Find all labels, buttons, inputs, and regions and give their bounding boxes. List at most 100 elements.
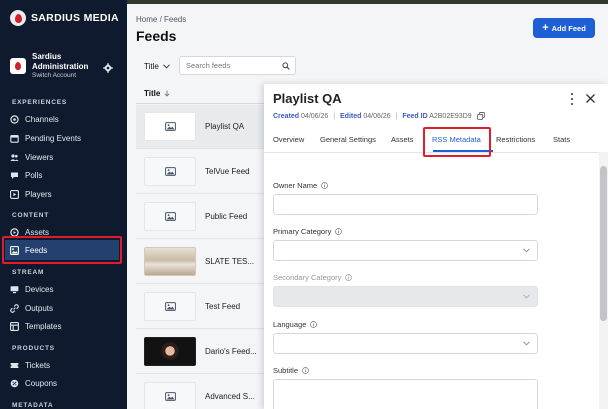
language-select[interactable] — [273, 333, 538, 354]
image-placeholder-icon — [144, 112, 196, 141]
section-title-experiences: EXPERIENCES — [12, 99, 68, 106]
search-input[interactable]: Search feeds — [179, 56, 296, 75]
sidebar-item-label: Tickets — [25, 360, 51, 370]
sardius-logo-icon — [10, 10, 26, 26]
page-title: Feeds — [136, 28, 177, 44]
tab-stats[interactable]: Stats — [553, 135, 570, 144]
row-title: TelVue Feed — [205, 167, 250, 176]
add-feed-label: Add Feed — [551, 23, 586, 33]
field-label-text: Subtitle — [273, 366, 299, 375]
sidebar-item-players[interactable]: Players — [10, 187, 118, 201]
section-title-content: CONTENT — [12, 212, 50, 219]
edited-value: 04/06/26 — [363, 112, 391, 120]
copy-icon[interactable] — [476, 112, 485, 120]
tab-assets[interactable]: Assets — [391, 135, 414, 144]
info-icon[interactable] — [345, 274, 353, 281]
info-icon[interactable] — [310, 321, 318, 328]
thumbnail-image — [144, 337, 196, 366]
panel-scrollbar[interactable] — [599, 152, 608, 409]
panel-tabs: Overview General Settings Assets RSS Met… — [264, 126, 608, 157]
pending-events-icon — [10, 134, 19, 143]
sidebar-item-label: Viewers — [25, 152, 54, 162]
devices-icon — [10, 285, 19, 294]
polls-icon — [10, 171, 19, 180]
sidebar-item-label: Polls — [25, 170, 43, 180]
row-title: Dario's Feed... — [205, 347, 257, 356]
image-placeholder-icon — [144, 157, 196, 186]
sidebar-item-pending-events[interactable]: Pending Events — [10, 131, 118, 145]
sidebar-item-devices[interactable]: Devices — [10, 282, 118, 296]
sidebar-item-label: Pending Events — [25, 133, 82, 143]
info-icon[interactable] — [335, 228, 343, 235]
thumbnail-image — [144, 247, 196, 276]
primary-category-select[interactable] — [273, 240, 538, 261]
image-placeholder-icon — [144, 382, 196, 409]
secondary-category-select — [273, 286, 538, 307]
coupons-icon — [10, 379, 19, 388]
subtitle-input[interactable] — [273, 379, 538, 409]
sort-arrow-down-icon — [164, 90, 170, 97]
language-label: Language — [273, 320, 318, 329]
more-options-icon[interactable] — [569, 93, 575, 105]
switch-account-link[interactable]: Switch Account — [32, 72, 94, 80]
table-row[interactable]: Dario's Feed... — [136, 330, 266, 374]
image-placeholder-icon — [144, 292, 196, 321]
field-label-text: Secondary Category — [273, 273, 342, 282]
sidebar-item-polls[interactable]: Polls — [10, 168, 118, 182]
title-filter-label: Title — [144, 62, 159, 71]
brand-name: SARDIUS MEDIA — [31, 12, 119, 24]
table-row[interactable]: Playlist QA — [136, 105, 266, 149]
channels-icon — [10, 114, 19, 124]
edited-label: Edited — [340, 112, 362, 120]
sidebar-item-templates[interactable]: Templates — [10, 319, 118, 333]
sidebar-item-coupons[interactable]: Coupons — [10, 376, 118, 390]
viewers-icon — [10, 153, 19, 162]
brand[interactable]: SARDIUS MEDIA — [10, 10, 119, 26]
section-title-products: PRODUCTS — [12, 345, 55, 352]
info-icon[interactable] — [321, 182, 329, 189]
chevron-down-icon — [523, 341, 530, 346]
chevron-down-icon — [162, 64, 170, 69]
sidebar-item-viewers[interactable]: Viewers — [10, 150, 118, 164]
table-row[interactable]: Public Feed — [136, 195, 266, 239]
table-row[interactable]: Test Feed — [136, 285, 266, 329]
table-row[interactable]: Advanced S... — [136, 375, 266, 409]
breadcrumb[interactable]: Home / Feeds — [136, 15, 186, 24]
search-icon[interactable] — [282, 62, 290, 70]
row-title: Advanced S... — [205, 392, 255, 401]
outputs-icon — [10, 303, 19, 313]
main-content: Home / Feeds Feeds + Add Feed Title Sear… — [127, 4, 608, 409]
sidebar-item-label: Outputs — [25, 303, 54, 313]
table-row[interactable]: SLATE TES... — [136, 240, 266, 284]
sidebar-item-label: Devices — [25, 284, 54, 294]
created-value: 04/06/26 — [301, 112, 329, 120]
account-switcher[interactable]: Sardius Administration Switch Account — [10, 52, 120, 80]
close-icon[interactable] — [585, 93, 596, 104]
field-label-text: Owner Name — [273, 181, 318, 190]
sidebar-item-tickets[interactable]: Tickets — [10, 358, 118, 372]
section-title-stream: STREAM — [12, 269, 45, 276]
title-column-header[interactable]: Title — [136, 84, 266, 104]
primary-category-label: Primary Category — [273, 227, 343, 236]
sidebar-item-label: Coupons — [25, 378, 58, 388]
rss-metadata-highlight-box — [423, 127, 491, 157]
table-row[interactable]: TelVue Feed — [136, 150, 266, 194]
gear-icon[interactable] — [103, 63, 113, 73]
panel-title: Playlist QA — [273, 91, 342, 106]
sidebar: SARDIUS MEDIA Sardius Administration Swi… — [0, 0, 127, 409]
sidebar-item-outputs[interactable]: Outputs — [10, 301, 118, 315]
add-feed-button[interactable]: + Add Feed — [533, 18, 595, 38]
column-header-label: Title — [144, 89, 161, 98]
tab-general-settings[interactable]: General Settings — [320, 135, 376, 144]
tab-restrictions[interactable]: Restrictions — [496, 135, 535, 144]
info-icon[interactable] — [302, 367, 309, 374]
feed-detail-panel: Playlist QA Created 04/06/26 | Edited 04… — [264, 84, 608, 409]
templates-icon — [10, 321, 19, 331]
sidebar-item-label: Templates — [25, 321, 62, 331]
scrollbar-thumb[interactable] — [600, 166, 607, 321]
row-title: SLATE TES... — [205, 257, 255, 266]
owner-name-input[interactable] — [273, 194, 538, 215]
title-filter-dropdown[interactable]: Title — [144, 62, 170, 71]
tab-overview[interactable]: Overview — [273, 135, 304, 144]
sidebar-item-channels[interactable]: Channels — [10, 112, 118, 126]
